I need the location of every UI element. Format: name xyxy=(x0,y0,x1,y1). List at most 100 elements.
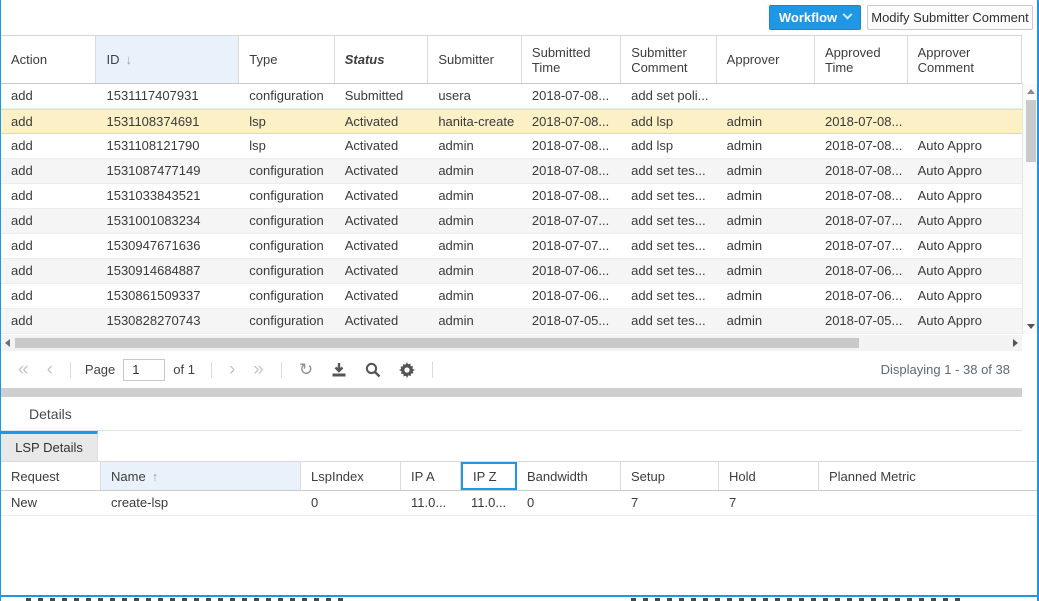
table-cell[interactable]: add set tes... xyxy=(621,309,716,333)
table-cell[interactable]: add xyxy=(1,184,96,208)
table-cell[interactable]: Activated xyxy=(335,234,429,258)
table-cell[interactable]: 2018-07-05... xyxy=(815,309,908,333)
table-cell[interactable]: Auto Appro xyxy=(908,259,1022,283)
vertical-scrollbar-thumb[interactable] xyxy=(1026,100,1036,162)
table-cell[interactable]: Auto Appro xyxy=(908,209,1022,233)
column-header-status[interactable]: Status xyxy=(335,36,429,83)
table-cell[interactable]: 2018-07-06... xyxy=(522,259,621,283)
column-header-approved-time[interactable]: Approved Time xyxy=(815,36,908,83)
table-cell[interactable] xyxy=(717,84,815,108)
table-row[interactable]: add1530828270743configurationActivatedad… xyxy=(1,309,1022,334)
scroll-left-icon[interactable] xyxy=(5,339,10,347)
table-cell[interactable]: Activated xyxy=(335,110,429,133)
table-cell[interactable]: create-lsp xyxy=(101,491,301,515)
table-cell[interactable]: 2018-07-07... xyxy=(522,209,621,233)
table-cell[interactable]: configuration xyxy=(239,184,334,208)
table-row[interactable]: add1531117407931configurationSubmittedus… xyxy=(1,84,1022,109)
table-cell[interactable]: add set tes... xyxy=(621,259,716,283)
column-header-submitted-time[interactable]: Submitted Time xyxy=(522,36,621,83)
table-cell[interactable]: admin xyxy=(717,209,815,233)
table-row[interactable]: add1531108121790lspActivatedadmin2018-07… xyxy=(1,134,1022,159)
tab-lsp-details[interactable]: LSP Details xyxy=(1,431,98,461)
download-icon[interactable] xyxy=(331,362,347,378)
table-cell[interactable]: Auto Appro xyxy=(908,159,1022,183)
table-row[interactable]: add1531033843521configurationActivatedad… xyxy=(1,184,1022,209)
table-cell[interactable] xyxy=(815,84,908,108)
table-cell[interactable]: add set poli... xyxy=(621,84,716,108)
table-cell[interactable]: 2018-07-08... xyxy=(815,159,908,183)
column-header-name[interactable]: Name↑ xyxy=(101,462,301,490)
gear-icon[interactable] xyxy=(399,362,415,378)
table-cell[interactable]: Auto Appro xyxy=(908,134,1022,158)
table-cell[interactable]: admin xyxy=(428,209,522,233)
table-cell[interactable]: admin xyxy=(717,159,815,183)
table-cell[interactable]: 1531108121790 xyxy=(96,134,239,158)
table-cell[interactable]: configuration xyxy=(239,259,334,283)
column-header-submitter-comment[interactable]: Submitter Comment xyxy=(621,36,716,83)
column-header-bandwidth[interactable]: Bandwidth xyxy=(517,462,621,490)
horizontal-scrollbar[interactable] xyxy=(1,335,1022,351)
column-header-action[interactable]: Action xyxy=(1,36,96,83)
table-cell[interactable]: admin xyxy=(428,234,522,258)
table-cell[interactable]: 11.0... xyxy=(461,491,517,515)
table-cell[interactable]: admin xyxy=(717,184,815,208)
table-cell[interactable]: hanita-create xyxy=(428,110,522,133)
table-cell[interactable]: 2018-07-08... xyxy=(522,110,621,133)
column-header-hold[interactable]: Hold xyxy=(719,462,819,490)
refresh-icon[interactable]: ↻ xyxy=(299,360,313,380)
table-row[interactable]: add1530861509337configurationActivatedad… xyxy=(1,284,1022,309)
vertical-scrollbar[interactable] xyxy=(1022,84,1038,334)
table-cell[interactable]: 2018-07-07... xyxy=(815,234,908,258)
table-cell[interactable]: admin xyxy=(717,134,815,158)
table-cell[interactable]: admin xyxy=(428,309,522,333)
table-cell[interactable]: 2018-07-07... xyxy=(815,209,908,233)
table-cell[interactable]: lsp xyxy=(239,110,334,133)
table-cell[interactable]: configuration xyxy=(239,284,334,308)
table-cell[interactable]: add lsp xyxy=(621,134,716,158)
table-cell[interactable]: admin xyxy=(428,184,522,208)
table-cell[interactable]: Auto Appro xyxy=(908,184,1022,208)
table-cell[interactable] xyxy=(908,84,1022,108)
table-cell[interactable]: add lsp xyxy=(621,110,716,133)
table-cell[interactable]: 1531001083234 xyxy=(96,209,239,233)
table-cell[interactable]: 2018-07-08... xyxy=(522,159,621,183)
scroll-up-icon[interactable] xyxy=(1027,89,1035,94)
last-page-button[interactable]: » xyxy=(244,355,273,385)
table-cell[interactable]: Activated xyxy=(335,284,429,308)
table-cell[interactable]: 7 xyxy=(621,491,719,515)
search-icon[interactable] xyxy=(365,362,381,378)
table-cell[interactable]: add xyxy=(1,110,96,133)
table-cell[interactable]: usera xyxy=(428,84,522,108)
table-cell[interactable]: 0 xyxy=(301,491,401,515)
column-header-lspindex[interactable]: LspIndex xyxy=(301,462,401,490)
table-cell[interactable]: add xyxy=(1,234,96,258)
column-header-planned-metric[interactable]: Planned Metric xyxy=(819,462,1039,490)
table-cell[interactable]: admin xyxy=(428,159,522,183)
table-cell[interactable]: admin xyxy=(428,259,522,283)
table-cell[interactable]: 1531108374691 xyxy=(96,110,239,133)
table-cell[interactable]: add set tes... xyxy=(621,284,716,308)
table-cell[interactable]: 1531087477149 xyxy=(96,159,239,183)
column-header-ip-a[interactable]: IP A xyxy=(401,462,461,490)
table-cell[interactable]: add set tes... xyxy=(621,209,716,233)
table-cell[interactable]: 2018-07-08... xyxy=(522,84,621,108)
prev-page-button[interactable]: ‹ xyxy=(38,355,62,385)
table-cell[interactable]: configuration xyxy=(239,234,334,258)
table-cell[interactable]: 1530947671636 xyxy=(96,234,239,258)
table-cell[interactable]: admin xyxy=(717,284,815,308)
table-cell[interactable]: Activated xyxy=(335,259,429,283)
table-cell[interactable]: Activated xyxy=(335,134,429,158)
table-cell[interactable]: 2018-07-06... xyxy=(815,259,908,283)
table-cell[interactable]: add xyxy=(1,134,96,158)
table-cell[interactable]: Activated xyxy=(335,184,429,208)
table-row[interactable]: add1531087477149configurationActivatedad… xyxy=(1,159,1022,184)
table-cell[interactable]: 1530828270743 xyxy=(96,309,239,333)
column-header-submitter[interactable]: Submitter xyxy=(428,36,522,83)
table-cell[interactable]: New xyxy=(1,491,101,515)
table-cell[interactable]: 1530861509337 xyxy=(96,284,239,308)
table-cell[interactable]: 2018-07-08... xyxy=(815,184,908,208)
column-header-type[interactable]: Type xyxy=(239,36,334,83)
panel-splitter[interactable] xyxy=(1,388,1022,397)
table-cell[interactable] xyxy=(819,491,1039,515)
column-header-id[interactable]: ID↓ xyxy=(96,36,239,83)
